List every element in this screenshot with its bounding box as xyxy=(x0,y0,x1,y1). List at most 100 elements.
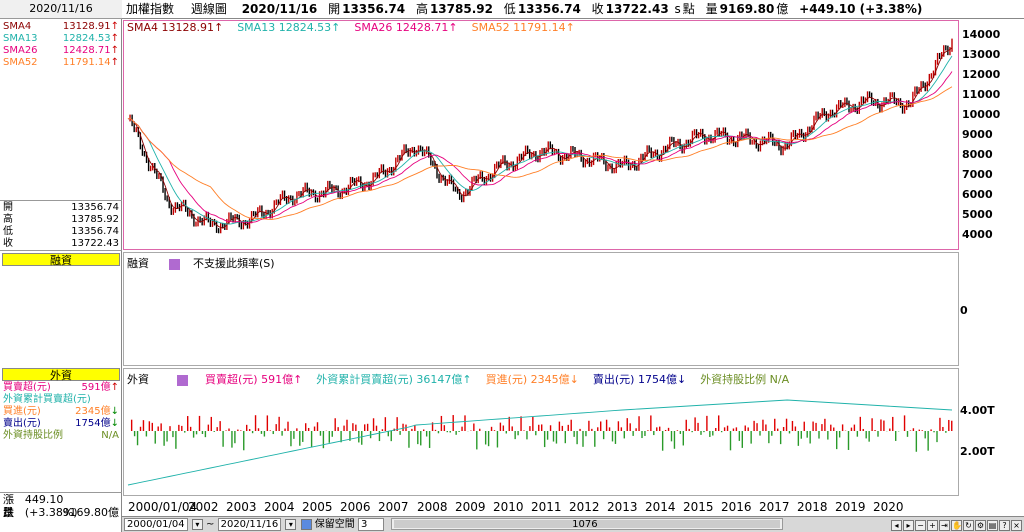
start-date-spin-icon[interactable]: ▾ xyxy=(191,518,203,530)
period-label[interactable]: 週線圖 xyxy=(191,2,227,16)
volume-value: 9169.80億 xyxy=(62,506,120,519)
ohlc-value: 13785.92 xyxy=(71,214,119,225)
foreign-net-bar xyxy=(561,425,564,431)
foreign-net-bar xyxy=(243,431,245,451)
print-icon[interactable]: ▤ xyxy=(987,519,998,531)
foreign-net-bar xyxy=(921,430,923,431)
ohlc-row: 高 13785.92 xyxy=(0,214,122,226)
sma26-line xyxy=(127,71,953,224)
foreign-net-bar xyxy=(602,431,605,440)
start-date[interactable]: 2000/01/04 xyxy=(124,518,188,531)
foreign-label: 外資持股比例 xyxy=(3,430,63,441)
foreign-net-bar xyxy=(281,431,283,436)
s-mark: s xyxy=(674,2,681,16)
x-label: 2010 xyxy=(493,500,524,514)
help-icon[interactable]: ? xyxy=(999,519,1010,531)
keep-space-icon[interactable] xyxy=(300,518,312,530)
price-chart[interactable] xyxy=(124,21,958,249)
foreign-net-bar xyxy=(912,428,915,431)
foreign-net-bar xyxy=(788,431,791,434)
foreign-net-bar xyxy=(520,416,522,431)
foreign-net-bar xyxy=(868,431,870,442)
foreign-net-bar xyxy=(305,423,307,431)
ohlc-label: 收 xyxy=(3,238,13,249)
hand-icon[interactable]: ✋ xyxy=(951,519,962,531)
foreign-net-bar xyxy=(139,426,142,431)
foreign-net-bar xyxy=(809,431,811,444)
foreign-net-bar xyxy=(260,431,263,434)
sma-row: SMA26 12428.71↑ xyxy=(0,45,122,57)
scrollbar[interactable]: 1076 xyxy=(391,518,784,530)
foreign-net-bar xyxy=(703,431,705,433)
foreign-net-bar xyxy=(945,431,947,433)
foreign-net-bar xyxy=(715,427,717,431)
foreign-net-bar xyxy=(364,424,366,431)
foreign-net-bar xyxy=(856,431,859,437)
foreign-net-bar xyxy=(582,431,584,447)
foreign-net-bar xyxy=(307,427,310,431)
refresh-icon[interactable]: ↻ xyxy=(963,519,974,531)
foreign-net-bar xyxy=(732,428,735,431)
foreign-net-bar xyxy=(691,431,693,433)
foreign-net-bar xyxy=(779,431,782,445)
foreign-net-bar xyxy=(378,431,381,442)
foreign-net-bar xyxy=(523,430,525,431)
foreign-net-bar xyxy=(791,420,794,431)
foreign-net-bar xyxy=(777,428,779,431)
foreign-net-bar xyxy=(296,428,298,431)
foreign-net-bar xyxy=(195,431,198,435)
close-icon[interactable]: × xyxy=(1011,519,1022,531)
foreign-net-bar xyxy=(909,430,912,431)
ohlc-row: 收 13722.43 xyxy=(0,238,122,250)
foreign-net-bar xyxy=(667,427,670,431)
foreign-net-bar xyxy=(246,424,248,431)
volume-label: 量 xyxy=(3,506,14,519)
foreign-net-bar xyxy=(322,431,325,449)
foreign-net-bar xyxy=(207,424,210,431)
list-icon[interactable] xyxy=(176,374,188,386)
foreign-net-bar xyxy=(877,431,879,437)
foreign-net-bar xyxy=(738,431,741,441)
index-name: 加權指數 xyxy=(126,2,175,16)
foreign-net-bar xyxy=(216,427,218,431)
foreign-chart[interactable] xyxy=(124,385,958,495)
foreign-net-bar xyxy=(759,431,761,436)
x-label: 2018 xyxy=(797,500,828,514)
foreign-net-bar xyxy=(579,428,581,431)
foreign-net-bar xyxy=(871,418,873,431)
settings-icon[interactable]: ⚙ xyxy=(975,519,986,531)
foreign-net-bar xyxy=(352,423,354,431)
foreign-net-bar xyxy=(476,431,478,450)
foreign-net-bar xyxy=(284,428,286,431)
foreign-net-bar xyxy=(594,431,596,447)
foreign-net-bar xyxy=(316,422,319,431)
foreign-value: 591億↑ xyxy=(81,382,119,393)
end-date[interactable]: 2020/11/16 xyxy=(217,518,282,531)
sma-value: 13128.91↑ xyxy=(62,21,119,32)
keep-space-value[interactable]: 3 xyxy=(357,518,384,531)
foreign-net-bar xyxy=(874,430,876,431)
close-label: 收 xyxy=(591,2,604,16)
foreign-net-bar xyxy=(496,431,499,448)
foreign-net-bar xyxy=(319,431,322,436)
ohlc-values: 開 13356.74 高 13785.92 低 13356.74 收 13722.43 xyxy=(0,201,122,251)
quote-header: 加權指數 週線圖 2020/11/16 開 13356.74 高 13785.92 … xyxy=(122,0,1024,19)
foreign-header: 外資 xyxy=(2,368,120,382)
foreign-net-bar xyxy=(918,429,920,431)
foreign-label: 買賣超(元) xyxy=(3,382,51,393)
step-icon[interactable]: ⇥ xyxy=(939,519,950,531)
scroll-left-icon[interactable]: ◂ xyxy=(891,519,902,531)
foreign-net-bar xyxy=(762,419,764,431)
foreign-net-bar xyxy=(514,431,516,440)
scroll-right-icon[interactable]: ▸ xyxy=(903,519,914,531)
zoom-in-icon[interactable]: + xyxy=(927,519,938,531)
foreign-net-bar xyxy=(372,418,375,431)
ohlc-value: 13356.74 xyxy=(71,226,119,237)
foreign-net-bar xyxy=(275,424,277,431)
foreign-net-bar xyxy=(479,428,481,431)
toolbar-icons: ◂ ▸ − + ⇥ ✋ ↻ ⚙ ▤? × xyxy=(890,518,1022,532)
end-date-spin-icon[interactable]: ▾ xyxy=(285,518,297,530)
x-label: 2002 xyxy=(188,500,219,514)
list-icon[interactable] xyxy=(168,258,180,270)
zoom-out-icon[interactable]: − xyxy=(915,519,926,531)
